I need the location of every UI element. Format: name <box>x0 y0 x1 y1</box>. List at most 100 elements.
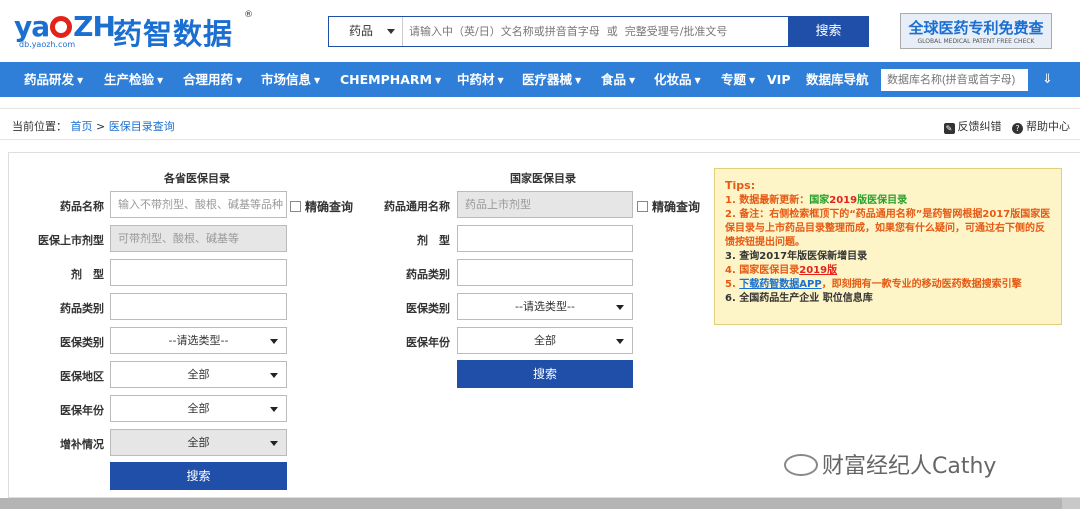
form-input[interactable]: 可带剂型、酸根、碱基等 <box>110 225 287 252</box>
search-button[interactable]: 搜索 <box>788 16 869 47</box>
nav-item-rational-use[interactable]: 合理用药 ▼ <box>183 62 242 97</box>
nav-label: 药品研发 <box>24 72 75 87</box>
national-category-label: 药品类别 <box>406 268 450 281</box>
tips-text: 版医保目录 <box>857 195 908 206</box>
tips-line-5: 5. 下载药智数据APP，即刻拥有一款专业的移动医药数据搜索引擎 <box>725 278 1051 292</box>
tips-text: ，即刻拥有一款专业的移动医药数据搜索引擎 <box>821 279 1022 290</box>
drug-category-input[interactable] <box>110 293 287 320</box>
help-link[interactable]: 帮助中心 <box>1026 120 1070 133</box>
breadcrumb-home-link[interactable]: 首页 <box>71 120 93 133</box>
checkbox-icon <box>637 201 648 212</box>
breadcrumb-prefix: 当前位置： <box>12 120 67 133</box>
year-select[interactable]: 全部 <box>110 395 287 422</box>
help-icon: ? <box>1012 123 1023 134</box>
region-select[interactable]: 全部 <box>110 361 287 388</box>
scrollbar-thumb[interactable] <box>0 498 1062 509</box>
database-search-input[interactable] <box>881 69 1028 91</box>
nav-item-market[interactable]: 市场信息 ▼ <box>261 62 320 97</box>
national-year-select[interactable]: 全部 <box>457 327 633 354</box>
logo[interactable]: ya ZH <box>14 10 116 43</box>
provincial-search-button[interactable]: 搜索 <box>110 462 287 490</box>
download-app-link[interactable]: 下载药智数据APP <box>739 279 821 290</box>
select-value: 全部 <box>187 368 210 381</box>
supplement-label: 增补情况 <box>60 438 104 451</box>
supplement-select[interactable]: 全部 <box>110 429 287 456</box>
breadcrumb-path: 当前位置： 首页 > 医保目录查询 <box>12 118 175 134</box>
generic-name-input[interactable]: 药品上市剂型 <box>457 191 633 218</box>
horizontal-scrollbar[interactable] <box>0 498 1080 509</box>
logo-text-right: ZH <box>73 10 116 43</box>
logo-o-icon <box>50 16 73 38</box>
chevron-down-icon <box>270 441 278 446</box>
drug-category-label: 药品类别 <box>60 302 104 315</box>
nav-item-cosmetics[interactable]: 化妆品 ▼ <box>654 62 701 97</box>
tips-title: Tips: <box>725 179 756 192</box>
chevron-down-icon: ▼ <box>157 76 164 85</box>
tips-text: 4. 国家医保目录 <box>725 265 800 276</box>
nav-label: 生产检验 <box>104 72 155 87</box>
registered-mark: ® <box>244 10 253 20</box>
tips-text: 2019版 <box>799 265 838 276</box>
double-chevron-down-icon[interactable]: ⇓ <box>1042 62 1053 97</box>
tips-line-4[interactable]: 4. 国家医保目录2019版 <box>725 264 1051 278</box>
logo-chinese: 药智数据 <box>113 17 234 51</box>
main-nav: 药品研发 ▼ 生产检验 ▼ 合理用药 ▼ 市场信息 ▼ CHEMPHARM ▼ 中药材 ▼ … <box>0 62 1080 97</box>
tips-line-2: 2. 备注：右侧检索框顶下的“药品通用名称”是药智网根据2017版国家医保目录与… <box>725 209 1051 248</box>
tips-line-6[interactable]: 6. 全国药品生产企业 职位信息库 <box>725 292 1051 306</box>
patent-banner[interactable]: 全球医药专利免费查 GLOBAL MEDICAL PATENT FREE CHE… <box>900 13 1052 49</box>
nav-label: 食品 <box>601 72 627 87</box>
nav-item-chempharm[interactable]: CHEMPHARM ▼ <box>340 62 441 97</box>
nav-item-devices[interactable]: 医疗器械 ▼ <box>522 62 581 97</box>
tips-text: 国家 <box>809 195 830 206</box>
national-search-button[interactable]: 搜索 <box>457 360 633 388</box>
nav-label: 专题 <box>721 72 747 87</box>
search-input[interactable] <box>409 17 779 46</box>
nav-label: 市场信息 <box>261 72 312 87</box>
dosage-input[interactable] <box>110 259 287 286</box>
nav-item-db-nav[interactable]: 数据库导航 <box>806 62 869 97</box>
national-category-input[interactable] <box>457 259 633 286</box>
nav-item-production[interactable]: 生产检验 ▼ <box>104 62 163 97</box>
drug-name-input[interactable]: 输入不带剂型、酸根、碱基等品种 <box>110 191 287 218</box>
exact-label: 精确查询 <box>652 200 701 214</box>
feedback-link[interactable]: 反馈纠错 <box>958 120 1002 133</box>
national-exact-checkbox[interactable]: 精确查询 <box>637 198 700 215</box>
search-category-select[interactable]: 药品 <box>329 17 403 46</box>
nav-item-research[interactable]: 药品研发 ▼ <box>24 62 83 97</box>
chevron-down-icon: ▼ <box>575 76 582 85</box>
chevron-down-icon <box>270 407 278 412</box>
select-value: 全部 <box>187 402 210 415</box>
breadcrumb-separator: > <box>96 120 106 133</box>
tips-line-3[interactable]: 3. 查询2017年版医保新增目录 <box>725 250 1051 264</box>
dosage-label: 剂 型 <box>71 268 104 281</box>
wechat-icon <box>784 454 818 476</box>
select-value: 全部 <box>534 334 556 347</box>
patent-banner-subtitle: GLOBAL MEDICAL PATENT FREE CHECK <box>917 38 1035 45</box>
nav-item-topics[interactable]: 专题 ▼ <box>721 62 755 97</box>
logo-subtitle: db.yaozh.com <box>19 40 76 49</box>
breadcrumb-actions: ✎ 反馈纠错 ? 帮助中心 <box>943 118 1070 134</box>
checkbox-icon <box>290 201 301 212</box>
nav-label: 化妆品 <box>654 72 692 87</box>
tips-text: 5. <box>725 279 740 290</box>
breadcrumb-current-link[interactable]: 医保目录查询 <box>109 120 175 133</box>
nav-item-vip[interactable]: VIP <box>767 62 791 97</box>
header: ya ZH db.yaozh.com 药智数据 ® 药品 搜索 全球医药专利免费查… <box>0 0 1080 62</box>
national-dosage-input[interactable] <box>457 225 633 252</box>
watermark-text: 财富经纪人Cathy <box>822 454 997 479</box>
insurance-type-select[interactable]: --请选类型-- <box>110 327 287 354</box>
chevron-down-icon: ▼ <box>629 76 636 85</box>
form-label: 医保上市剂型 <box>38 234 104 247</box>
patent-banner-title: 全球医药专利免费查 <box>908 19 1044 37</box>
nav-item-tcm[interactable]: 中药材 ▼ <box>457 62 504 97</box>
edit-icon: ✎ <box>943 123 955 134</box>
national-insurance-type-select[interactable]: --请选类型-- <box>457 293 633 320</box>
nav-item-food[interactable]: 食品 ▼ <box>601 62 635 97</box>
logo-text-left: ya <box>14 10 50 43</box>
select-value: --请选类型-- <box>515 300 575 313</box>
provincial-exact-checkbox[interactable]: 精确查询 <box>290 198 353 215</box>
insurance-type-label: 医保类别 <box>60 336 104 349</box>
year-label: 医保年份 <box>60 404 104 417</box>
generic-name-label: 药品通用名称 <box>384 200 450 213</box>
chevron-down-icon: ▼ <box>77 76 84 85</box>
